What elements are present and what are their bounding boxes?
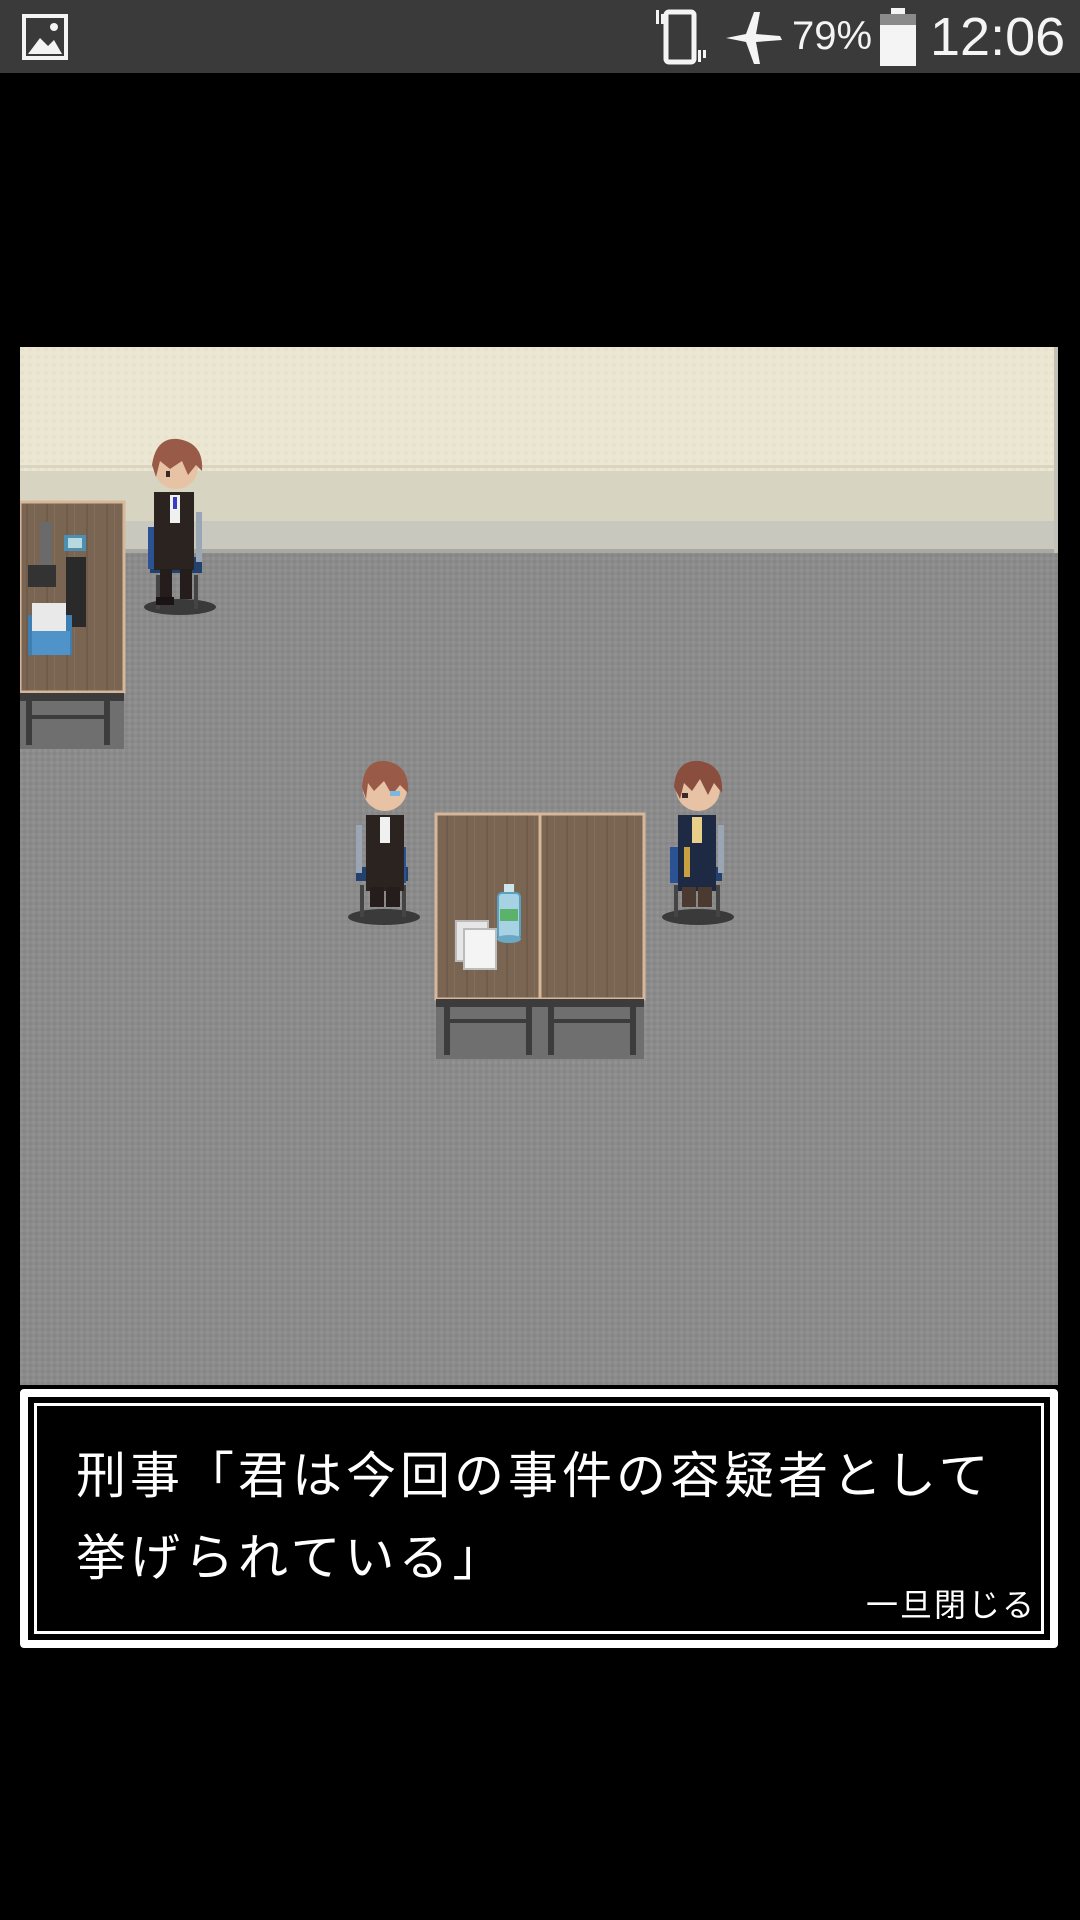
gallery-icon [22,14,68,60]
game-scene[interactable] [20,347,1058,1385]
battery-icon [880,8,916,66]
vibrate-icon [656,9,706,65]
close-dialog-button[interactable]: 一旦閉じる [866,1580,1036,1626]
interrogation-table [434,812,646,1059]
room-map [20,347,1058,1385]
office-desk [20,500,126,749]
clock: 12:06 [930,7,1066,67]
dialog-box[interactable]: 刑事「君は今回の事件の容疑者として挙げられている」 一旦閉じる [20,1389,1058,1648]
water-bottle [497,884,521,943]
battery-percentage: 79% [792,14,873,58]
status-bar: 79% 12:06 [0,0,1080,73]
airplane-mode-icon [726,12,782,64]
dialog-message: 刑事「君は今回の事件の容疑者として挙げられている」 [76,1447,993,1587]
